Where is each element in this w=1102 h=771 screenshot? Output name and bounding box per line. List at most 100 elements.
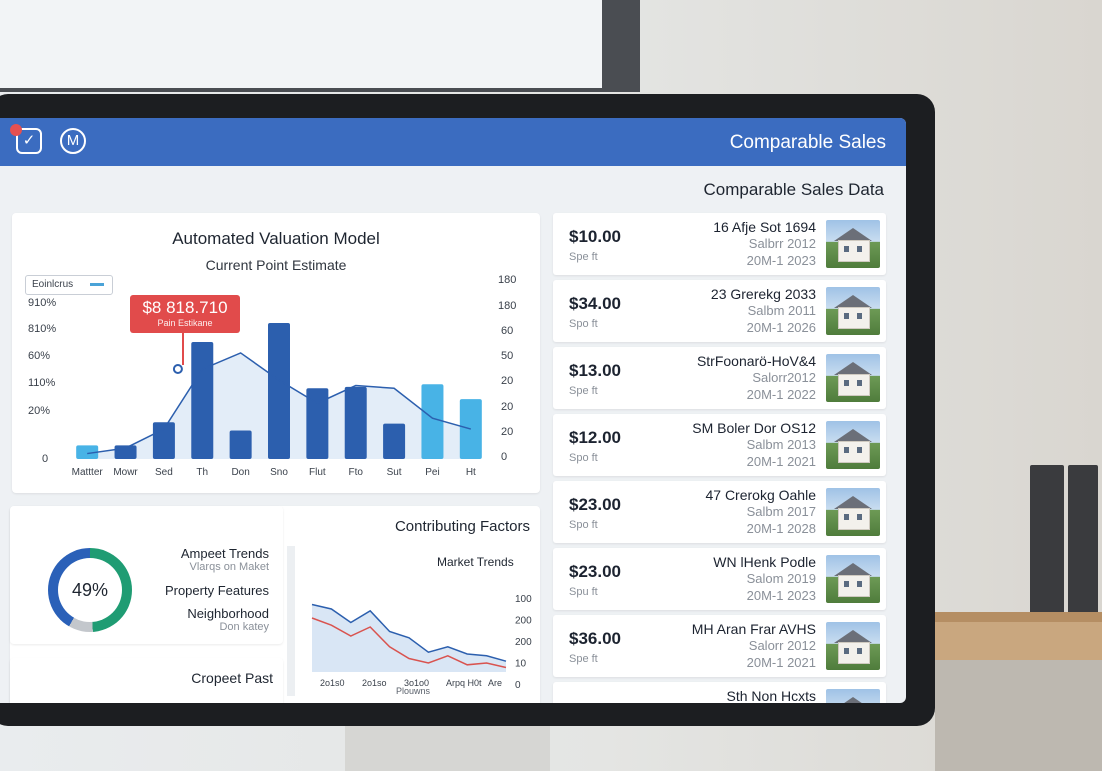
house-photo bbox=[826, 354, 880, 402]
donut-card: 49% Ampeet Trends Vlarqs on Maket Proper… bbox=[10, 506, 283, 644]
x-axis-label: Don bbox=[231, 467, 249, 478]
trend-x-caption: Plouwns bbox=[396, 686, 431, 694]
background-monitor bbox=[0, 0, 640, 92]
comparable-date: 20M-1 2026 bbox=[746, 320, 816, 335]
comparable-row[interactable]: $36.00 Spe ft MH Aran Frar AVHS Salorr 2… bbox=[553, 615, 886, 677]
comparable-price: $23.00 bbox=[569, 562, 621, 581]
x-axis-label: Ht bbox=[466, 467, 476, 478]
x-axis-label: Mowr bbox=[113, 467, 138, 478]
comparable-price: $13.00 bbox=[569, 361, 621, 380]
comparable-row[interactable]: $13.00 Spe ft StrFoonarö-HoV&4 Salorr201… bbox=[553, 347, 886, 409]
estimate-marker bbox=[172, 364, 183, 374]
trend-x-label: Are bbox=[488, 678, 502, 688]
factor-label: Neighborhood bbox=[187, 606, 269, 621]
chart-bar bbox=[268, 323, 290, 459]
comparable-unit: Spo ft bbox=[569, 318, 598, 330]
chat-icon[interactable]: M bbox=[60, 128, 86, 154]
trend-y-label: 100 bbox=[515, 594, 532, 605]
trend-y-label: 200 bbox=[515, 637, 532, 648]
comparable-unit: Spu ft bbox=[569, 586, 598, 598]
chart-bar bbox=[191, 342, 214, 459]
donut-value: 49% bbox=[58, 558, 122, 622]
factor-label: Ampeet Trends bbox=[180, 546, 269, 561]
house-photo bbox=[826, 555, 880, 603]
comparable-date: 20M-1 2021 bbox=[746, 454, 816, 469]
trend-x-label: 2o1s0 bbox=[320, 678, 345, 688]
comparable-address: 23 Grerekg 2033 bbox=[710, 286, 816, 302]
comparable-price: $36.00 bbox=[569, 629, 621, 648]
x-axis-label: Fto bbox=[349, 467, 364, 478]
monitor-stand bbox=[345, 726, 550, 771]
avm-card: Automated Valuation Model Current Point … bbox=[12, 213, 540, 493]
section-title: Comparable Sales Data bbox=[703, 180, 884, 199]
comparable-row[interactable]: $12.00 Spo ft SM Boler Dor OS12 Salbm 20… bbox=[553, 414, 886, 476]
background-wall bbox=[935, 660, 1102, 771]
comparable-row[interactable]: $34.00 Spo ft 23 Grerekg 2033 Salbm 2011… bbox=[553, 280, 886, 342]
app-header: ✓ M Comparable Sales bbox=[0, 118, 906, 166]
comparable-unit: Spo ft bbox=[569, 452, 598, 464]
x-axis-label: Sno bbox=[270, 467, 288, 478]
comparable-date: 20M-1 2022 bbox=[746, 387, 816, 402]
donut-chart: 49% bbox=[48, 548, 132, 632]
comparable-address: MH Aran Frar AVHS bbox=[691, 621, 816, 637]
house-photo bbox=[826, 488, 880, 536]
chart-bar bbox=[421, 384, 444, 459]
factor-item: Ampeet Trends Vlarqs on Maket bbox=[181, 546, 269, 573]
background-monitor-screen bbox=[0, 0, 602, 88]
valuation-bar-chart: Mattter Mowr Sed Th Don Sno Flut Fto Sut Pei Ht bbox=[72, 323, 482, 478]
notification-badge bbox=[10, 124, 22, 136]
factor-item: Neighborhood Don katey bbox=[187, 606, 269, 633]
trend-y-label: 0 bbox=[515, 680, 521, 691]
comparable-address: Sth Non Hcxts bbox=[726, 688, 816, 703]
comparable-detail: Salbrr 2012 bbox=[748, 236, 816, 251]
comparable-detail: Salom 2019 bbox=[746, 571, 816, 586]
app-screen: ✓ M Comparable Sales Comparable Sales Da… bbox=[0, 118, 906, 703]
house-photo bbox=[826, 689, 880, 703]
x-axis-label: Mattter bbox=[72, 467, 104, 478]
background-shelf-edge bbox=[935, 612, 1102, 622]
trend-y-label: 10 bbox=[515, 659, 527, 670]
factor-sublabel: Vlarqs on Maket bbox=[189, 561, 269, 573]
factor-sublabel: Don katey bbox=[219, 621, 269, 633]
comparable-date: 20M-1 2023 bbox=[746, 253, 816, 268]
comparable-date: 20M-1 2028 bbox=[746, 521, 816, 536]
comparable-row[interactable]: $10.00 Spe ft 16 Afje Sot 1694 Salbrr 20… bbox=[553, 213, 886, 275]
trend-y-label: 200 bbox=[515, 616, 532, 627]
factors-title: Contributing Factors bbox=[394, 518, 530, 535]
x-axis-label: Flut bbox=[309, 467, 326, 478]
bottom-card-title: Cropeet Past bbox=[191, 670, 273, 686]
house-photo bbox=[826, 421, 880, 469]
comparable-detail: Salbm 2017 bbox=[746, 504, 816, 519]
factor-item: Property Features bbox=[165, 583, 269, 598]
comparable-unit: Spe ft bbox=[569, 251, 598, 263]
comparable-address: SM Boler Dor OS12 bbox=[692, 420, 816, 436]
chart-bar bbox=[229, 430, 252, 459]
window-title: Comparable Sales bbox=[729, 132, 886, 153]
comparable-detail: Salbm 2011 bbox=[747, 303, 816, 318]
comparable-address: WN lHenk Podle bbox=[713, 554, 816, 570]
comparable-price: $12.00 bbox=[569, 428, 621, 447]
comparable-row[interactable]: $23.00 Spo ft 47 Crerokg Oahle Salbm 201… bbox=[553, 481, 886, 543]
comparable-address: StrFoonarö-HoV&4 bbox=[696, 353, 816, 369]
house-photo bbox=[826, 622, 880, 670]
trend-x-label: 2o1so bbox=[362, 678, 387, 688]
house-photo bbox=[826, 287, 880, 335]
trend-x-label: Arpq H0t bbox=[446, 678, 482, 688]
chart-bar bbox=[344, 386, 367, 459]
comparable-row[interactable]: Sth Non Hcxts bbox=[553, 682, 886, 703]
x-axis-label: Th bbox=[196, 467, 208, 478]
chart-bar bbox=[459, 399, 482, 459]
bottom-card: Cropeet Past bbox=[10, 658, 283, 703]
comparable-row[interactable]: $23.00 Spu ft WN lHenk Podle Salom 2019 … bbox=[553, 548, 886, 610]
comparable-price: $10.00 bbox=[569, 227, 621, 246]
factor-label: Property Features bbox=[164, 583, 269, 598]
x-axis-label: Sed bbox=[155, 467, 173, 478]
comparable-price: $23.00 bbox=[569, 495, 621, 514]
comparable-unit: Spe ft bbox=[569, 653, 598, 665]
background-book bbox=[1030, 465, 1064, 615]
comparable-detail: Salorr2012 bbox=[752, 370, 816, 385]
x-axis-label: Pei bbox=[425, 467, 439, 478]
comparable-address: 16 Afje Sot 1694 bbox=[713, 219, 816, 235]
x-axis-label: Sut bbox=[387, 467, 402, 478]
house-photo bbox=[826, 220, 880, 268]
